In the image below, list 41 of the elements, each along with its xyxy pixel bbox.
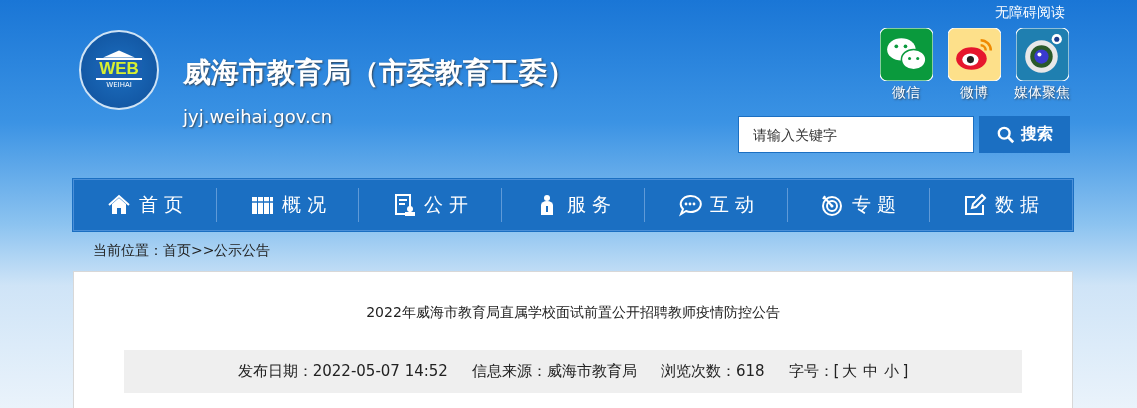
wechat-icon xyxy=(879,28,933,81)
search-icon xyxy=(996,125,1015,144)
site-title: 威海市教育局（市委教育工委） xyxy=(183,55,575,91)
nav-link[interactable]: 服 务 xyxy=(502,192,644,218)
target-icon xyxy=(820,193,845,217)
font-size-link[interactable]: 大 xyxy=(842,362,858,380)
meta-text: 发布日期：2022-05-07 14:52 xyxy=(237,362,448,381)
social-link[interactable]: 微信 xyxy=(879,28,933,102)
breadcrumb-link[interactable]: >>公示公告 xyxy=(191,242,271,260)
nav-link[interactable]: 互 动 xyxy=(644,192,787,218)
search-button[interactable]: 搜索 xyxy=(979,116,1070,153)
accessibility-link[interactable]: 无障碍阅读 xyxy=(995,4,1065,22)
logo-text: WEB xyxy=(96,58,142,80)
nav-link[interactable]: 概 况 xyxy=(216,192,359,218)
camera-icon xyxy=(1015,28,1069,81)
nav-link[interactable]: 数 据 xyxy=(930,192,1073,218)
nav-link[interactable]: 首 页 xyxy=(74,192,216,218)
meta-text: 浏览次数：618 xyxy=(660,362,765,381)
article-title: 2022年威海市教育局直属学校面试前置公开招聘教师疫情防控公告 xyxy=(365,304,781,322)
chat-bubble-icon xyxy=(677,193,702,217)
eye-logo-icon xyxy=(947,28,1001,81)
breadcrumb-link[interactable]: 首页 xyxy=(163,242,191,260)
bracket-text: ] xyxy=(902,362,909,380)
meta-text: 信息来源：威海市教育局 xyxy=(471,362,637,381)
nav-link[interactable]: 公 开 xyxy=(359,192,502,218)
social-label: 微信 xyxy=(892,84,920,102)
document-person-icon xyxy=(392,193,417,217)
search-field[interactable]: 请输入关键字 xyxy=(738,116,974,153)
social-label: 媒体聚焦 xyxy=(1014,84,1070,102)
social-link[interactable]: 媒体聚焦 xyxy=(1015,28,1069,102)
edit-icon xyxy=(963,193,988,217)
social-link[interactable]: 微博 xyxy=(947,28,1001,102)
font-size-label: 字号：[ xyxy=(788,362,840,380)
nav-link[interactable]: 专 题 xyxy=(787,192,930,218)
social-label: 微博 xyxy=(960,84,988,102)
home-icon xyxy=(106,193,131,217)
font-size-link[interactable]: 中 xyxy=(863,362,879,380)
site-url: jyj.weihai.gov.cn xyxy=(183,106,334,127)
breadcrumb-label: 当前位置： xyxy=(93,242,163,260)
roof-icon xyxy=(102,50,136,58)
font-size-link[interactable]: 小 xyxy=(884,362,900,380)
